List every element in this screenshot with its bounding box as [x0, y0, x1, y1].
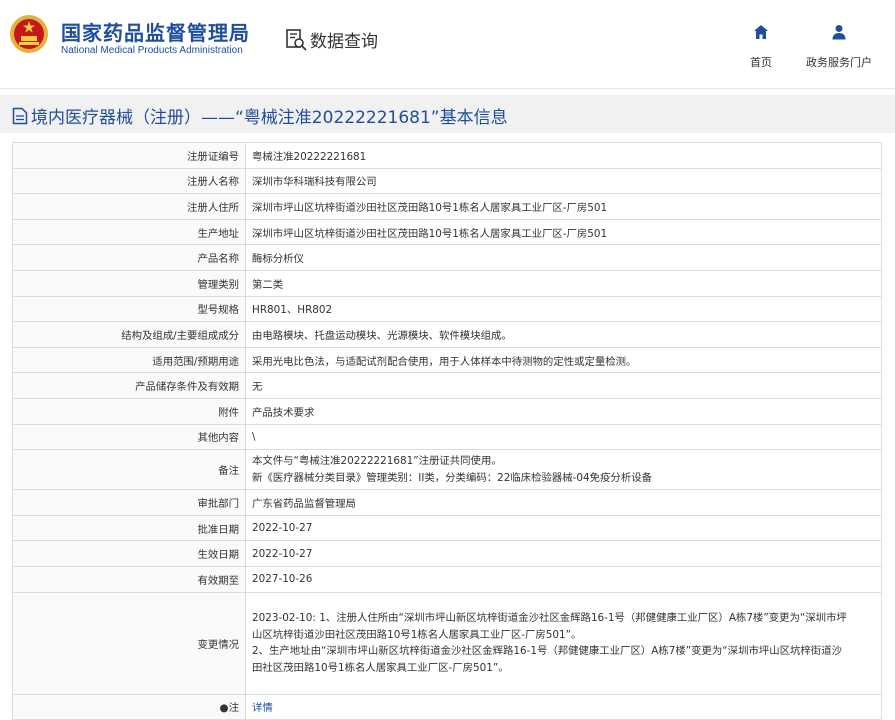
table-row: 审批部门 广东省药品监督管理局	[12, 489, 882, 516]
page-title-text: 境内医疗器械（注册）——“粤械注准20222221681”基本信息	[31, 108, 508, 128]
table-row: 结构及组成/主要组成成分 由电路模块、托盘运动模块、光源模块、软件模块组成。	[12, 321, 882, 348]
field-label: 适用范围/预期用途	[12, 346, 246, 374]
field-label: 注册证编号	[12, 142, 246, 169]
site-logo-title[interactable]: 国家药品监督管理局	[61, 17, 250, 46]
field-value: \	[245, 423, 882, 451]
table-row: 变更情况 2023-02-10: 1、注册人住所由“深圳市坪山新区坑梓街道金沙社…	[12, 591, 882, 695]
field-value: 2027-10-26	[245, 565, 882, 593]
nav-home-label: 首页	[750, 56, 772, 69]
field-label: 生产地址	[12, 218, 246, 246]
field-label: 审批部门	[12, 489, 246, 516]
field-value: 广东省药品监督管理局	[245, 489, 882, 516]
field-value: 由电路模块、托盘运动模块、光源模块、软件模块组成。	[245, 321, 882, 348]
field-value: 采用光电比色法，与适配试剂配合使用，用于人体样本中待测物的定性或定量检测。	[245, 346, 882, 374]
field-value: 本文件与“粤械注准20222221681”注册证共同使用。 新《医疗器械分类目录…	[245, 449, 882, 491]
change-line: 田社区茂田路10号1栋名人居家具工业厂区-厂房501”。	[252, 661, 509, 674]
field-value: 2022-10-27	[245, 514, 882, 542]
nav-home[interactable]: 首页	[746, 24, 776, 70]
table-row: 注册证编号 粤械注准20222221681	[12, 142, 882, 169]
field-value: HR801、HR802	[245, 295, 882, 323]
field-label: 结构及组成/主要组成成分	[12, 321, 246, 348]
table-row: 型号规格 HR801、HR802	[12, 295, 882, 323]
field-value: 粤械注准20222221681	[245, 142, 882, 169]
home-icon	[754, 25, 768, 39]
details-link[interactable]: 详情	[252, 702, 273, 714]
remark-line: 新《医疗器械分类目录》管理类别：II类，分类编码：22临床检验器械-04免疫分析…	[252, 471, 652, 484]
change-line: 2023-02-10: 1、注册人住所由“深圳市坪山新区坑梓街道金沙社区金辉路1…	[252, 612, 847, 624]
remark-line: 本文件与“粤械注准20222221681”注册证共同使用。	[252, 455, 502, 468]
table-row: 产品名称 酶标分析仪	[12, 244, 882, 271]
field-value: 2023-02-10: 1、注册人住所由“深圳市坪山新区坑梓街道金沙社区金辉路1…	[245, 591, 882, 695]
table-row: 注册人名称 深圳市华科瑞科技有限公司	[12, 167, 882, 195]
field-value: 无	[245, 372, 882, 399]
title-bar: 境内医疗器械（注册）——“粤械注准20222221681”基本信息	[0, 95, 895, 133]
field-value: 第二类	[245, 269, 882, 297]
field-label: 注册人住所	[12, 193, 246, 220]
site-header: 国家药品监督管理局 National Medical Products Admi…	[0, 0, 895, 89]
field-value: 深圳市坪山区坑梓街道沙田社区茂田路10号1栋名人居家具工业厂区-厂房501	[245, 193, 882, 220]
field-value: 酶标分析仪	[245, 244, 882, 271]
user-icon	[832, 25, 846, 40]
table-row: 生效日期 2022-10-27	[12, 540, 882, 567]
field-label: 生效日期	[12, 540, 246, 567]
field-value: 详情	[245, 693, 882, 720]
change-line: 2、生产地址由“深圳市坪山新区坑梓街道金沙社区金辉路16-1号（邦健健康工业厂区…	[252, 645, 842, 657]
table-row: 产品储存条件及有效期无	[12, 372, 882, 399]
document-search-icon	[286, 28, 307, 51]
field-label: 有效期至	[12, 565, 246, 593]
data-query-label: 数据查询	[310, 32, 378, 52]
field-label: 产品名称	[12, 244, 246, 271]
field-value: 深圳市坪山区坑梓街道沙田社区茂田路10号1栋名人居家具工业厂区-厂房501	[245, 218, 882, 246]
field-label: 批准日期	[12, 514, 246, 542]
device-info-table: 注册证编号 粤械注准20222221681 注册人名称 深圳市华科瑞科技有限公司 注…	[12, 142, 882, 720]
table-row: 适用范围/预期用途 采用光电比色法，与适配试剂配合使用，用于人体样本中待测物的定性…	[12, 346, 882, 374]
field-label: 管理类别	[12, 269, 246, 297]
field-label: 附件	[12, 397, 246, 425]
table-row: 备注 本文件与“粤械注准20222221681”注册证共同使用。 新《医疗器械分…	[12, 449, 882, 491]
field-value: 产品技术要求	[245, 397, 882, 425]
table-row: 有效期至 2027-10-26	[12, 565, 882, 593]
document-icon	[12, 107, 28, 124]
table-row: 管理类别 第二类	[12, 269, 882, 297]
table-row: 附件 产品技术要求	[12, 397, 882, 425]
nav-service-label: 政务服务门户	[806, 56, 872, 69]
field-label: 型号规格	[12, 295, 246, 323]
change-line: 山区坑梓街道沙田社区茂田路10号1栋名人居家具工业厂区-厂房501”。	[252, 628, 582, 641]
field-label: 备注	[12, 449, 246, 491]
table-row: 其他内容 \	[12, 423, 882, 451]
nav-service-portal[interactable]: 政务服务门户	[803, 24, 875, 70]
field-value: 2022-10-27	[245, 540, 882, 567]
field-label: 变更情况	[12, 591, 246, 695]
table-row: ●注 详情	[12, 693, 882, 720]
table-row: 批准日期 2022-10-27	[12, 514, 882, 542]
table-row: 注册人住所 深圳市坪山区坑梓街道沙田社区茂田路10号1栋名人居家具工业厂区-厂房5…	[12, 193, 882, 220]
field-label: 产品储存条件及有效期	[12, 372, 246, 399]
table-row: 生产地址 深圳市坪山区坑梓街道沙田社区茂田路10号1栋名人居家具工业厂区-厂房50…	[12, 218, 882, 246]
data-query-link[interactable]: 数据查询	[285, 27, 378, 52]
field-label: ●注	[12, 693, 246, 720]
site-logo-subtitle: National Medical Products Administration	[61, 45, 243, 56]
national-emblem-icon	[10, 15, 48, 53]
field-value: 深圳市华科瑞科技有限公司	[245, 167, 882, 195]
field-label: 注册人名称	[12, 167, 246, 195]
page-title: 境内医疗器械（注册）——“粤械注准20222221681”基本信息	[12, 103, 508, 128]
field-label: 其他内容	[12, 423, 246, 451]
